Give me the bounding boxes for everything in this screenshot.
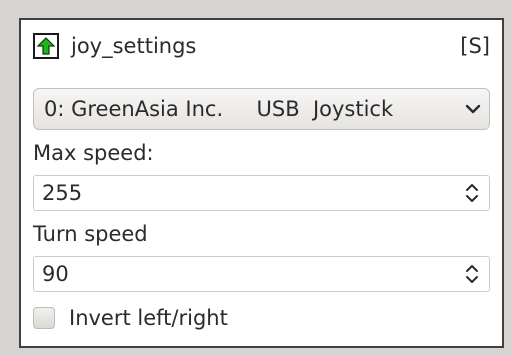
turn-speed-value: 90 — [42, 262, 69, 286]
max-speed-label: Max speed: — [33, 141, 154, 165]
invert-checkbox[interactable] — [33, 307, 55, 329]
joystick-select-value: 0: GreenAsia Inc. USB Joystick — [44, 97, 394, 121]
up-arrow-glyph — [37, 37, 55, 55]
max-speed-spinbox[interactable]: 255 — [33, 175, 490, 211]
joy-settings-panel: joy_settings [S] 0: GreenAsia Inc. USB J… — [19, 18, 504, 348]
updown-arrows-icon[interactable] — [465, 182, 479, 204]
invert-label: Invert left/right — [69, 306, 228, 330]
updown-arrows-icon[interactable] — [465, 263, 479, 285]
joystick-select[interactable]: 0: GreenAsia Inc. USB Joystick — [33, 88, 490, 130]
invert-left-right-row[interactable]: Invert left/right — [33, 302, 228, 334]
panel-titlebar: joy_settings [S] — [33, 26, 490, 66]
turn-speed-spinbox[interactable]: 90 — [33, 256, 490, 292]
max-speed-value: 255 — [42, 181, 83, 205]
shortcut-label: [S] — [460, 34, 490, 58]
turn-speed-label: Turn speed — [33, 222, 148, 246]
green-up-arrow-icon[interactable] — [33, 33, 59, 59]
chevron-down-icon — [465, 104, 481, 114]
panel-title: joy_settings — [71, 34, 197, 58]
